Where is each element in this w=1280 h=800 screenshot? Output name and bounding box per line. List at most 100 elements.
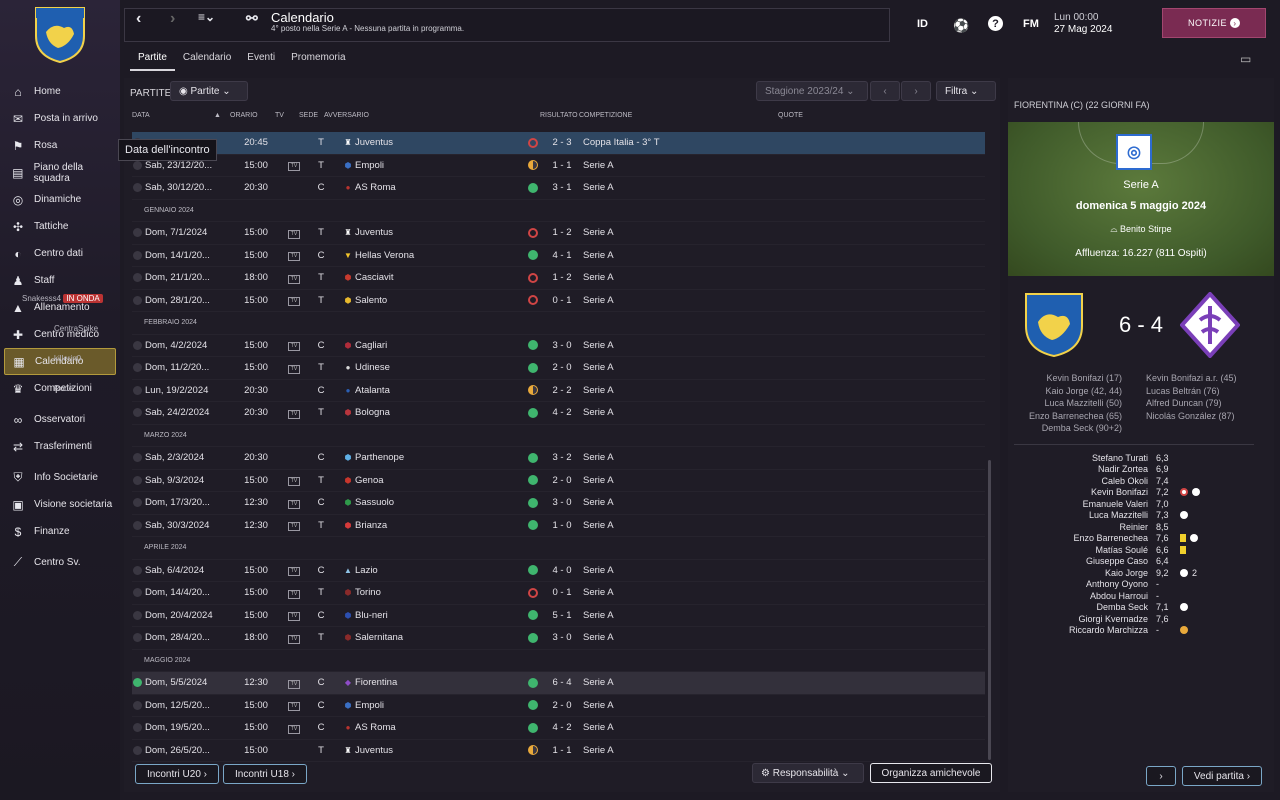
fixture-competition[interactable]: Serie A — [583, 340, 783, 351]
fixture-competition[interactable]: Serie A — [583, 475, 783, 486]
player-rating-row[interactable]: Riccardo Marchizza - — [1008, 625, 1274, 637]
next-season-button[interactable]: › — [901, 81, 931, 101]
player-rating-row[interactable]: Luca Mazzitelli 7,3 — [1008, 510, 1274, 522]
fixture-competition[interactable]: Serie A — [583, 407, 783, 418]
sidebar-item-dinamiche[interactable]: ◎ Dinamiche — [0, 186, 120, 213]
fixture-score[interactable]: 1 - 1 — [541, 160, 583, 171]
player-name[interactable]: Reinier — [1008, 522, 1148, 532]
row-checkbox[interactable] — [133, 340, 145, 350]
player-rating-row[interactable]: Abdou Harroui - — [1008, 590, 1274, 602]
fixture-score[interactable]: 1 - 2 — [541, 272, 583, 283]
back-icon[interactable]: ‹ — [136, 10, 141, 28]
responsibility-dropdown[interactable]: ⚙ Responsabilità ⌄ — [752, 763, 864, 783]
opponent-name[interactable]: Casciavit — [355, 272, 525, 283]
game-date[interactable]: Lun 00:00 27 Mag 2024 — [1054, 12, 1112, 36]
fixture-competition[interactable]: Serie A — [583, 700, 783, 711]
prev-season-button[interactable]: ‹ — [870, 81, 900, 101]
view-match-button[interactable]: Vedi partita › — [1182, 766, 1262, 786]
opponent-name[interactable]: AS Roma — [355, 182, 525, 193]
menu-icon[interactable]: ≡⌄ — [198, 10, 215, 24]
opponent-name[interactable]: Salento — [355, 295, 525, 306]
sidebar-item-centro-dati[interactable]: ◐ Centro dati — [0, 240, 120, 267]
fixture-score[interactable]: 2 - 0 — [541, 362, 583, 373]
fixture-row[interactable]: Sab, 23/12/20... 15:00 TV T ⬢ Empoli 1 - 1 Seri… — [132, 155, 985, 177]
sidebar-item-finanze[interactable]: $ Finanze — [0, 518, 120, 545]
row-checkbox[interactable] — [133, 295, 145, 305]
row-checkbox[interactable] — [133, 408, 145, 418]
player-rating-row[interactable]: Anthony Oyono - — [1008, 579, 1274, 591]
row-checkbox[interactable] — [133, 678, 145, 688]
player-name[interactable]: Luca Mazzitelli — [1008, 510, 1148, 520]
fixture-row[interactable]: Sab, 2/3/2024 20:30 C ⬢ Parthenope 3 - 2 Serie… — [132, 447, 985, 470]
opponent-name[interactable]: Atalanta — [355, 385, 525, 396]
opponent-name[interactable]: Brianza — [355, 520, 525, 531]
news-button[interactable]: NOTIZIE › — [1162, 8, 1266, 38]
sidebar-item-posta-in-arrivo[interactable]: ✉ Posta in arrivo — [0, 105, 120, 132]
fixture-score[interactable]: 2 - 0 — [541, 475, 583, 486]
fixture-score[interactable]: 5 - 1 — [541, 610, 583, 621]
player-name[interactable]: Demba Seck — [1008, 602, 1148, 612]
fixture-row[interactable]: Dom, 19/5/20... 15:00 TV C ● AS Roma 4 - 2 Seri… — [132, 717, 985, 740]
row-checkbox[interactable] — [133, 183, 145, 193]
fixture-competition[interactable]: Serie A — [583, 182, 783, 193]
opponent-name[interactable]: Hellas Verona — [355, 250, 525, 261]
opponent-name[interactable]: Juventus — [355, 745, 525, 756]
sidebar-item-piano-della-squadra[interactable]: ▤ Piano della squadra — [0, 159, 120, 186]
fixture-row[interactable]: Dom, 4/2/2024 15:00 TV C ⬢ Cagliari 3 - 0 Serie… — [132, 335, 985, 357]
opponent-name[interactable]: AS Roma — [355, 722, 525, 733]
opponent-name[interactable]: Blu-neri — [355, 610, 525, 621]
row-checkbox[interactable] — [133, 588, 145, 598]
opponent-name[interactable]: Cagliari — [355, 340, 525, 351]
opponent-name[interactable]: Fiorentina — [355, 677, 525, 688]
fixture-row[interactable]: Dom, 17/3/20... 12:30 TV C ⬢ Sassuolo 3 - 0 Ser… — [132, 492, 985, 515]
player-rating-row[interactable]: Stefano Turati 6,3 — [1008, 452, 1274, 464]
fixture-competition[interactable]: Serie A — [583, 745, 783, 756]
row-checkbox[interactable] — [133, 498, 145, 508]
player-rating-row[interactable]: Giuseppe Caso 6,4 — [1008, 556, 1274, 568]
col-competition[interactable]: COMPETIZIONE — [579, 112, 632, 119]
fixture-score[interactable]: 3 - 1 — [541, 182, 583, 193]
col-opponent[interactable]: AVVERSARIO — [324, 112, 369, 119]
tab-calendario[interactable]: Calendario — [175, 50, 239, 71]
row-checkbox[interactable] — [133, 160, 145, 170]
player-rating-row[interactable]: Enzo Barrenechea 7,6 — [1008, 533, 1274, 545]
fixture-row[interactable]: Sab, 30/12/20... 20:30 C ● AS Roma 3 - 1 Serie… — [132, 177, 985, 200]
fixture-competition[interactable]: Coppa Italia - 3° T — [583, 137, 783, 148]
fixture-row[interactable]: Dom, 12/5/20... 15:00 TV C ⬢ Empoli 2 - 0 Serie… — [132, 695, 985, 717]
help-button[interactable]: ? — [988, 16, 1003, 31]
fixture-row[interactable]: Dom, 21/1/20... 18:00 TV T ⬢ Casciavit 1 - 2 Se… — [132, 267, 985, 290]
col-odds[interactable]: QUOTE — [778, 112, 803, 119]
row-checkbox[interactable] — [133, 273, 145, 283]
col-time[interactable]: ORARIO — [230, 112, 258, 119]
tab-eventi[interactable]: Eventi — [239, 50, 283, 71]
fixture-score[interactable]: 1 - 2 — [541, 227, 583, 238]
opponent-name[interactable]: Bologna — [355, 407, 525, 418]
opponent-name[interactable]: Genoa — [355, 475, 525, 486]
opponent-name[interactable]: Juventus — [355, 137, 525, 148]
u20-matches-button[interactable]: Incontri U20 › — [135, 764, 219, 784]
row-checkbox[interactable] — [133, 475, 145, 485]
sidebar-item-visione-societaria[interactable]: ▣ Visione societaria — [0, 491, 120, 518]
fixture-score[interactable]: 4 - 2 — [541, 407, 583, 418]
away-crest-icon[interactable] — [1180, 292, 1240, 358]
player-rating-row[interactable]: Kevin Bonifazi 7,2 — [1008, 487, 1274, 499]
player-rating-row[interactable]: Emanuele Valeri 7,0 — [1008, 498, 1274, 510]
view-dropdown[interactable]: ◉ Partite ⌄ — [170, 81, 248, 101]
fixture-score[interactable]: 2 - 2 — [541, 385, 583, 396]
sidebar-item-home[interactable]: ⌂ Home — [0, 78, 120, 105]
col-date[interactable]: DATA — [132, 112, 150, 119]
fixture-score[interactable]: 2 - 0 — [541, 700, 583, 711]
player-name[interactable]: Stefano Turati — [1008, 453, 1148, 463]
fixture-competition[interactable]: Serie A — [583, 722, 783, 733]
tab-partite[interactable]: Partite — [130, 50, 175, 71]
fixture-row[interactable]: Dom, 20/4/2024 15:00 TV C ⬢ Blu-neri 5 - 1 Seri… — [132, 605, 985, 627]
player-rating-row[interactable]: Kaio Jorge 9,2 2 — [1008, 567, 1274, 579]
fixture-competition[interactable]: Serie A — [583, 452, 783, 463]
fixture-score[interactable]: 4 - 0 — [541, 565, 583, 576]
fixture-competition[interactable]: Serie A — [583, 295, 783, 306]
fixture-competition[interactable]: Serie A — [583, 160, 783, 171]
fixture-row[interactable]: Lun, 19/2/2024 20:30 C ● Atalanta 2 - 2 Serie … — [132, 380, 985, 402]
fm-button[interactable]: FM — [1023, 18, 1039, 30]
player-rating-row[interactable]: Caleb Okoli 7,4 — [1008, 475, 1274, 487]
player-name[interactable]: Emanuele Valeri — [1008, 499, 1148, 509]
